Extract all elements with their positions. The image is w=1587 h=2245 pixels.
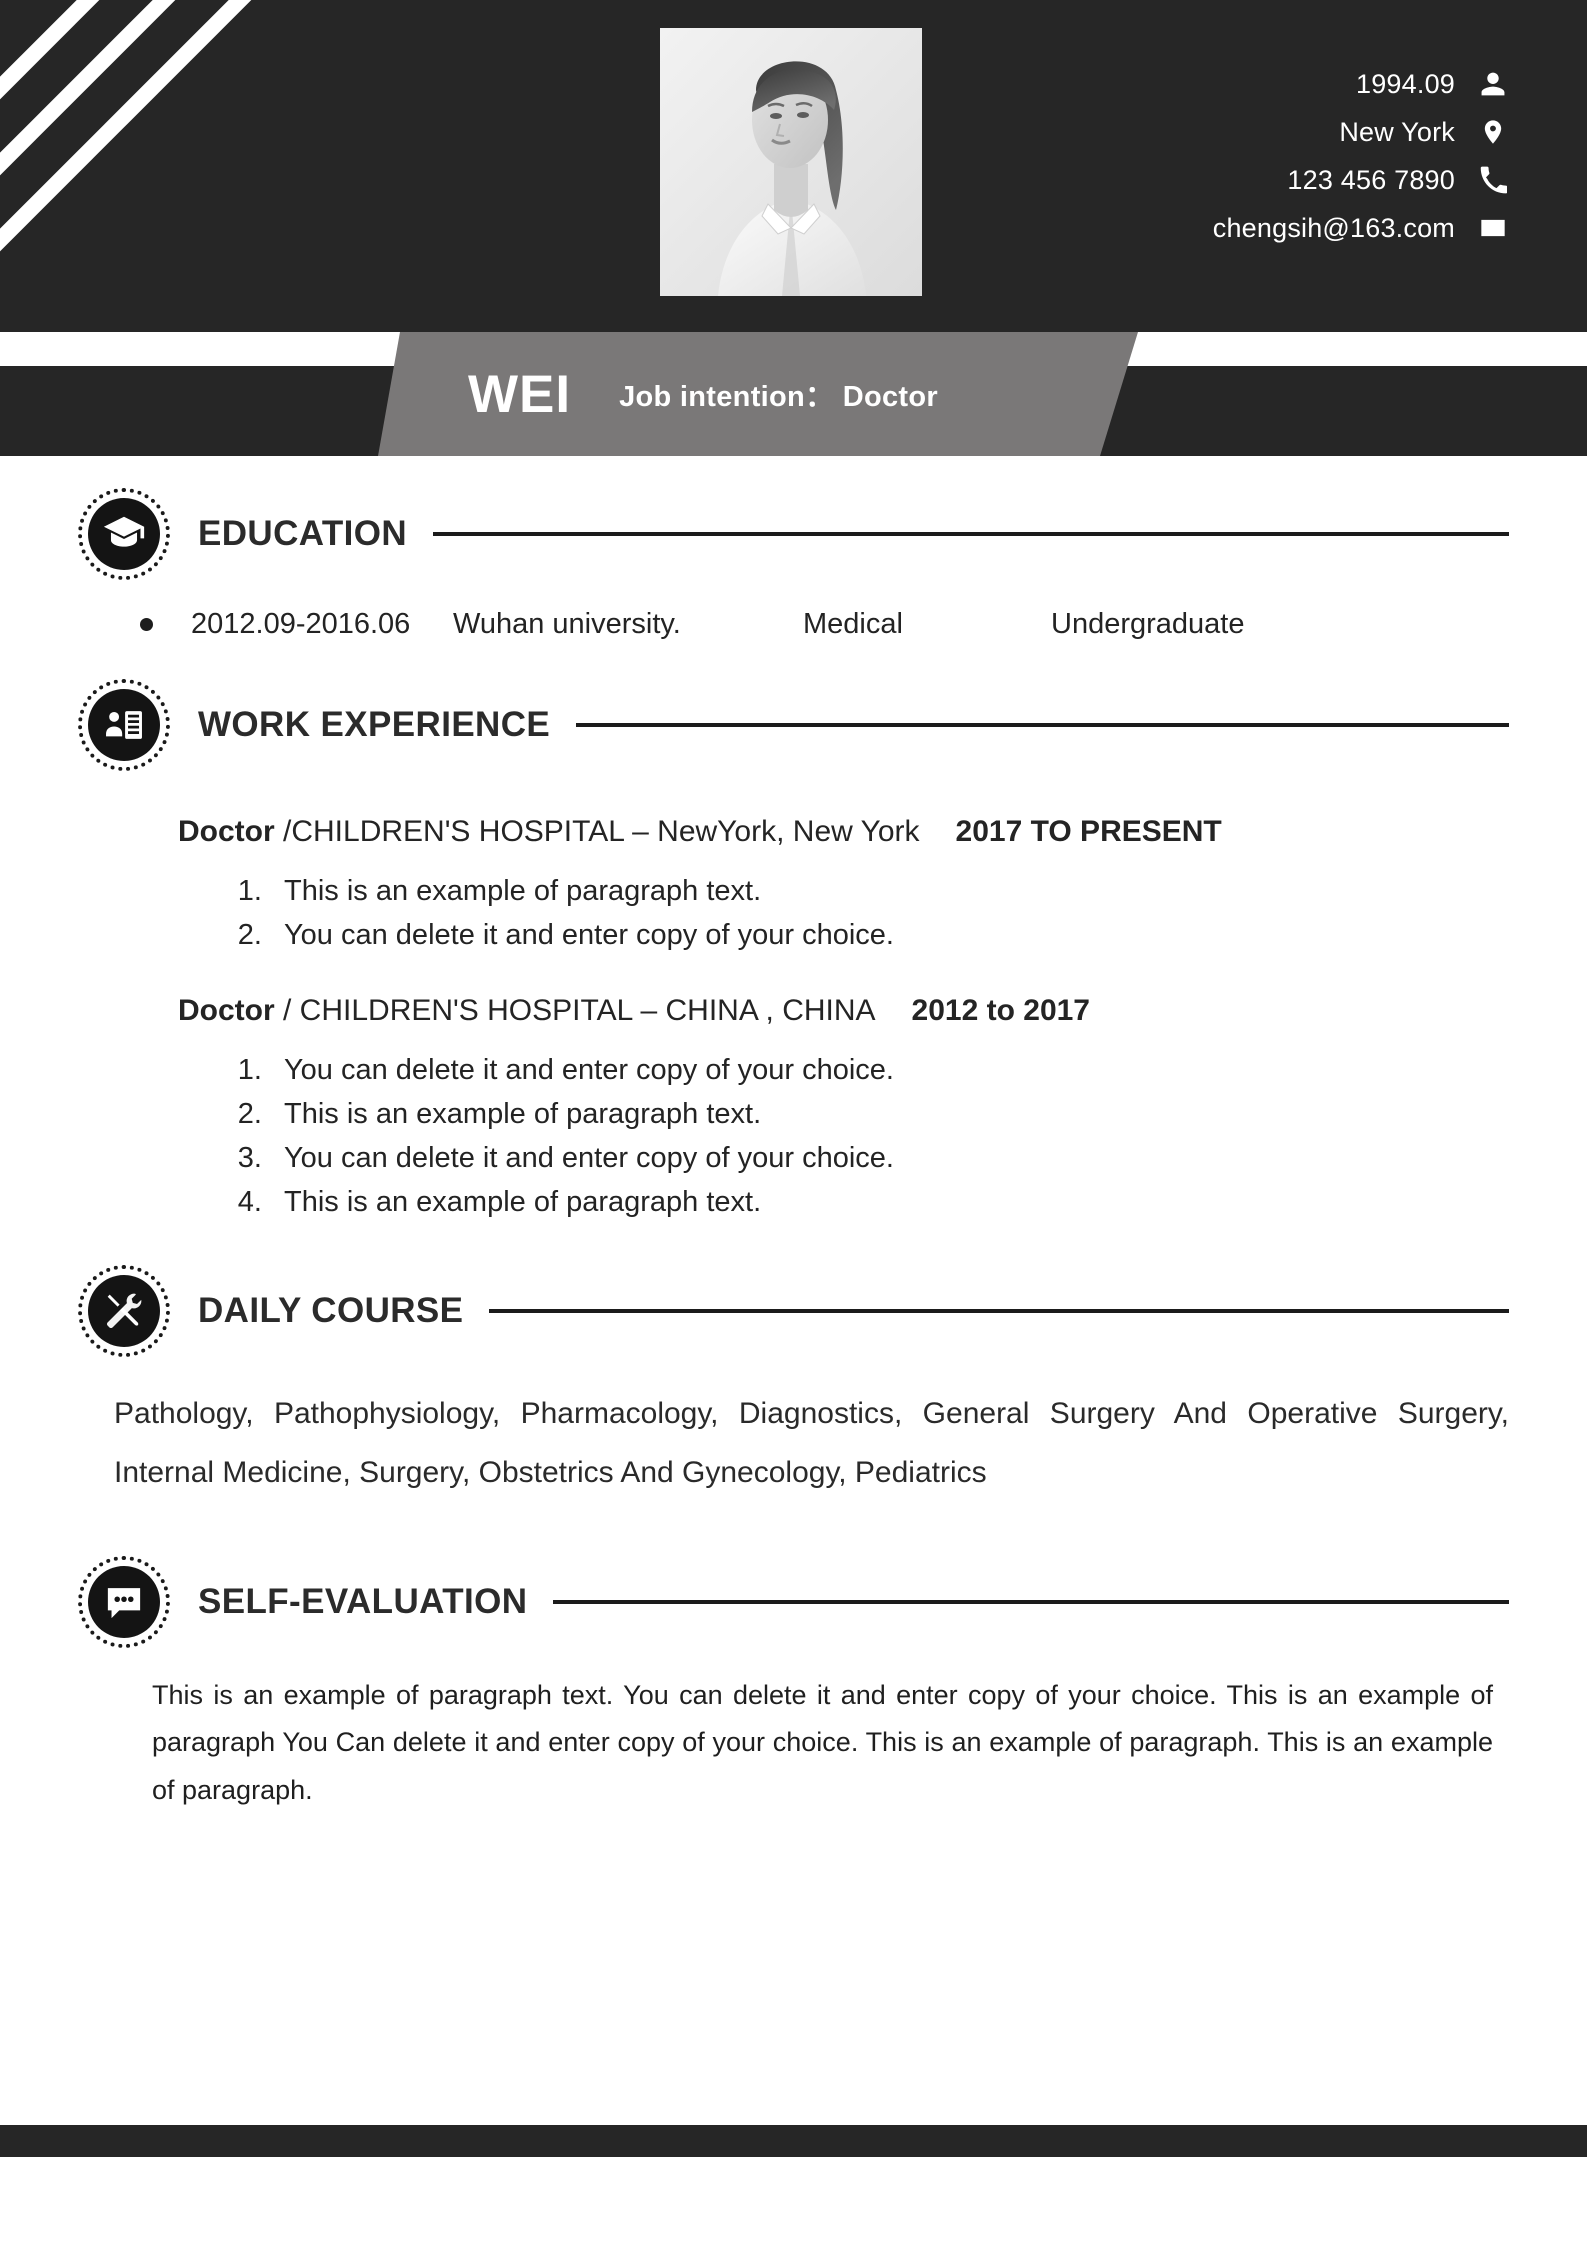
contact-value-email: chengsih@163.com bbox=[1212, 212, 1455, 243]
bullet-icon bbox=[140, 618, 153, 631]
section-header-education: EDUCATION bbox=[0, 486, 1587, 582]
contact-list: 1994.09 New York 123 456 7890 chengsih@1… bbox=[969, 68, 1509, 244]
section-header-work-experience: WORK EXPERIENCE bbox=[0, 677, 1587, 773]
work-entry-2-role: Doctor bbox=[178, 994, 275, 1027]
education-date: 2012.09-2016.06 bbox=[191, 608, 411, 640]
job-intention-label: Job intention： Doctor bbox=[619, 381, 938, 413]
location-icon bbox=[1477, 116, 1509, 148]
graduation-cap-icon bbox=[78, 488, 170, 580]
work-entry-1-bullets: This is an example of paragraph text. Yo… bbox=[178, 875, 1587, 952]
work-entry-1-role: Doctor bbox=[178, 815, 275, 848]
section-rule-work-experience bbox=[576, 723, 1509, 727]
chat-bubble-icon bbox=[78, 1556, 170, 1648]
contact-value-location: New York bbox=[1339, 116, 1455, 147]
diagonal-stripe-3 bbox=[0, 0, 332, 332]
list-item: You can delete it and enter copy of your… bbox=[270, 1142, 1587, 1175]
work-entry-1-heading: Doctor /CHILDREN'S HOSPITAL – NewYork, N… bbox=[178, 815, 1587, 849]
section-rule-self-evaluation bbox=[553, 1600, 1509, 1604]
work-entry-2-heading: Doctor / CHILDREN'S HOSPITAL – CHINA , C… bbox=[178, 994, 1587, 1028]
profile-photo bbox=[660, 28, 922, 296]
contact-row-phone: 123 456 7890 bbox=[969, 164, 1509, 196]
id-card-icon bbox=[78, 679, 170, 771]
name-plate: WEI Job intention： Doctor bbox=[378, 332, 1138, 456]
work-entry-2-date: 2012 to 2017 bbox=[911, 994, 1090, 1027]
education-major: Medical bbox=[803, 608, 903, 640]
daily-course-body: Pathology, Pathophysiology, Pharmacology… bbox=[114, 1397, 1509, 1489]
list-item: This is an example of paragraph text. bbox=[270, 875, 1587, 908]
diagonal-stripe-1 bbox=[0, 0, 180, 332]
section-title-work-experience: WORK EXPERIENCE bbox=[198, 705, 551, 744]
work-entry-1: Doctor /CHILDREN'S HOSPITAL – NewYork, N… bbox=[0, 815, 1587, 952]
section-rule-daily-course bbox=[489, 1309, 1509, 1313]
education-entry: 2012.09-2016.06 Wuhan university. Medica… bbox=[0, 608, 1587, 641]
section-rule-education bbox=[433, 532, 1509, 536]
contact-value-birthdate: 1994.09 bbox=[1356, 68, 1455, 99]
work-entry-2: Doctor / CHILDREN'S HOSPITAL – CHINA , C… bbox=[0, 994, 1587, 1219]
header-banner: 1994.09 New York 123 456 7890 chengsih@1… bbox=[0, 0, 1587, 332]
section-title-education: EDUCATION bbox=[198, 514, 408, 553]
education-degree: Undergraduate bbox=[1051, 608, 1245, 640]
work-entry-2-bullets: You can delete it and enter copy of your… bbox=[178, 1054, 1587, 1219]
education-school: Wuhan university. bbox=[453, 608, 681, 640]
candidate-name: WEI bbox=[468, 364, 572, 424]
footer-bar bbox=[0, 2125, 1587, 2157]
phone-icon bbox=[1477, 164, 1509, 196]
contact-row-location: New York bbox=[969, 116, 1509, 148]
person-icon bbox=[1477, 68, 1509, 100]
tools-icon bbox=[78, 1265, 170, 1357]
list-item: This is an example of paragraph text. bbox=[270, 1186, 1587, 1219]
contact-row-birthdate: 1994.09 bbox=[969, 68, 1509, 100]
work-entry-1-date: 2017 TO PRESENT bbox=[955, 815, 1222, 848]
contact-row-email: chengsih@163.com bbox=[969, 212, 1509, 244]
section-header-daily-course: DAILY COURSE bbox=[0, 1263, 1587, 1359]
section-title-daily-course: DAILY COURSE bbox=[198, 1291, 464, 1330]
work-entry-2-detail: / CHILDREN'S HOSPITAL – CHINA , CHINA bbox=[283, 994, 876, 1027]
work-entry-1-detail: /CHILDREN'S HOSPITAL – NewYork, New York bbox=[283, 815, 920, 848]
section-title-self-evaluation: SELF-EVALUATION bbox=[198, 1582, 528, 1621]
email-icon bbox=[1477, 212, 1509, 244]
list-item: You can delete it and enter copy of your… bbox=[270, 919, 1587, 952]
section-header-self-evaluation: SELF-EVALUATION bbox=[0, 1554, 1587, 1650]
contact-value-phone: 123 456 7890 bbox=[1287, 164, 1455, 195]
list-item: This is an example of paragraph text. bbox=[270, 1098, 1587, 1131]
resume-body: EDUCATION 2012.09-2016.06 Wuhan universi… bbox=[0, 456, 1587, 1814]
list-item: You can delete it and enter copy of your… bbox=[270, 1054, 1587, 1087]
self-evaluation-body: This is an example of paragraph text. Yo… bbox=[152, 1680, 1493, 1805]
